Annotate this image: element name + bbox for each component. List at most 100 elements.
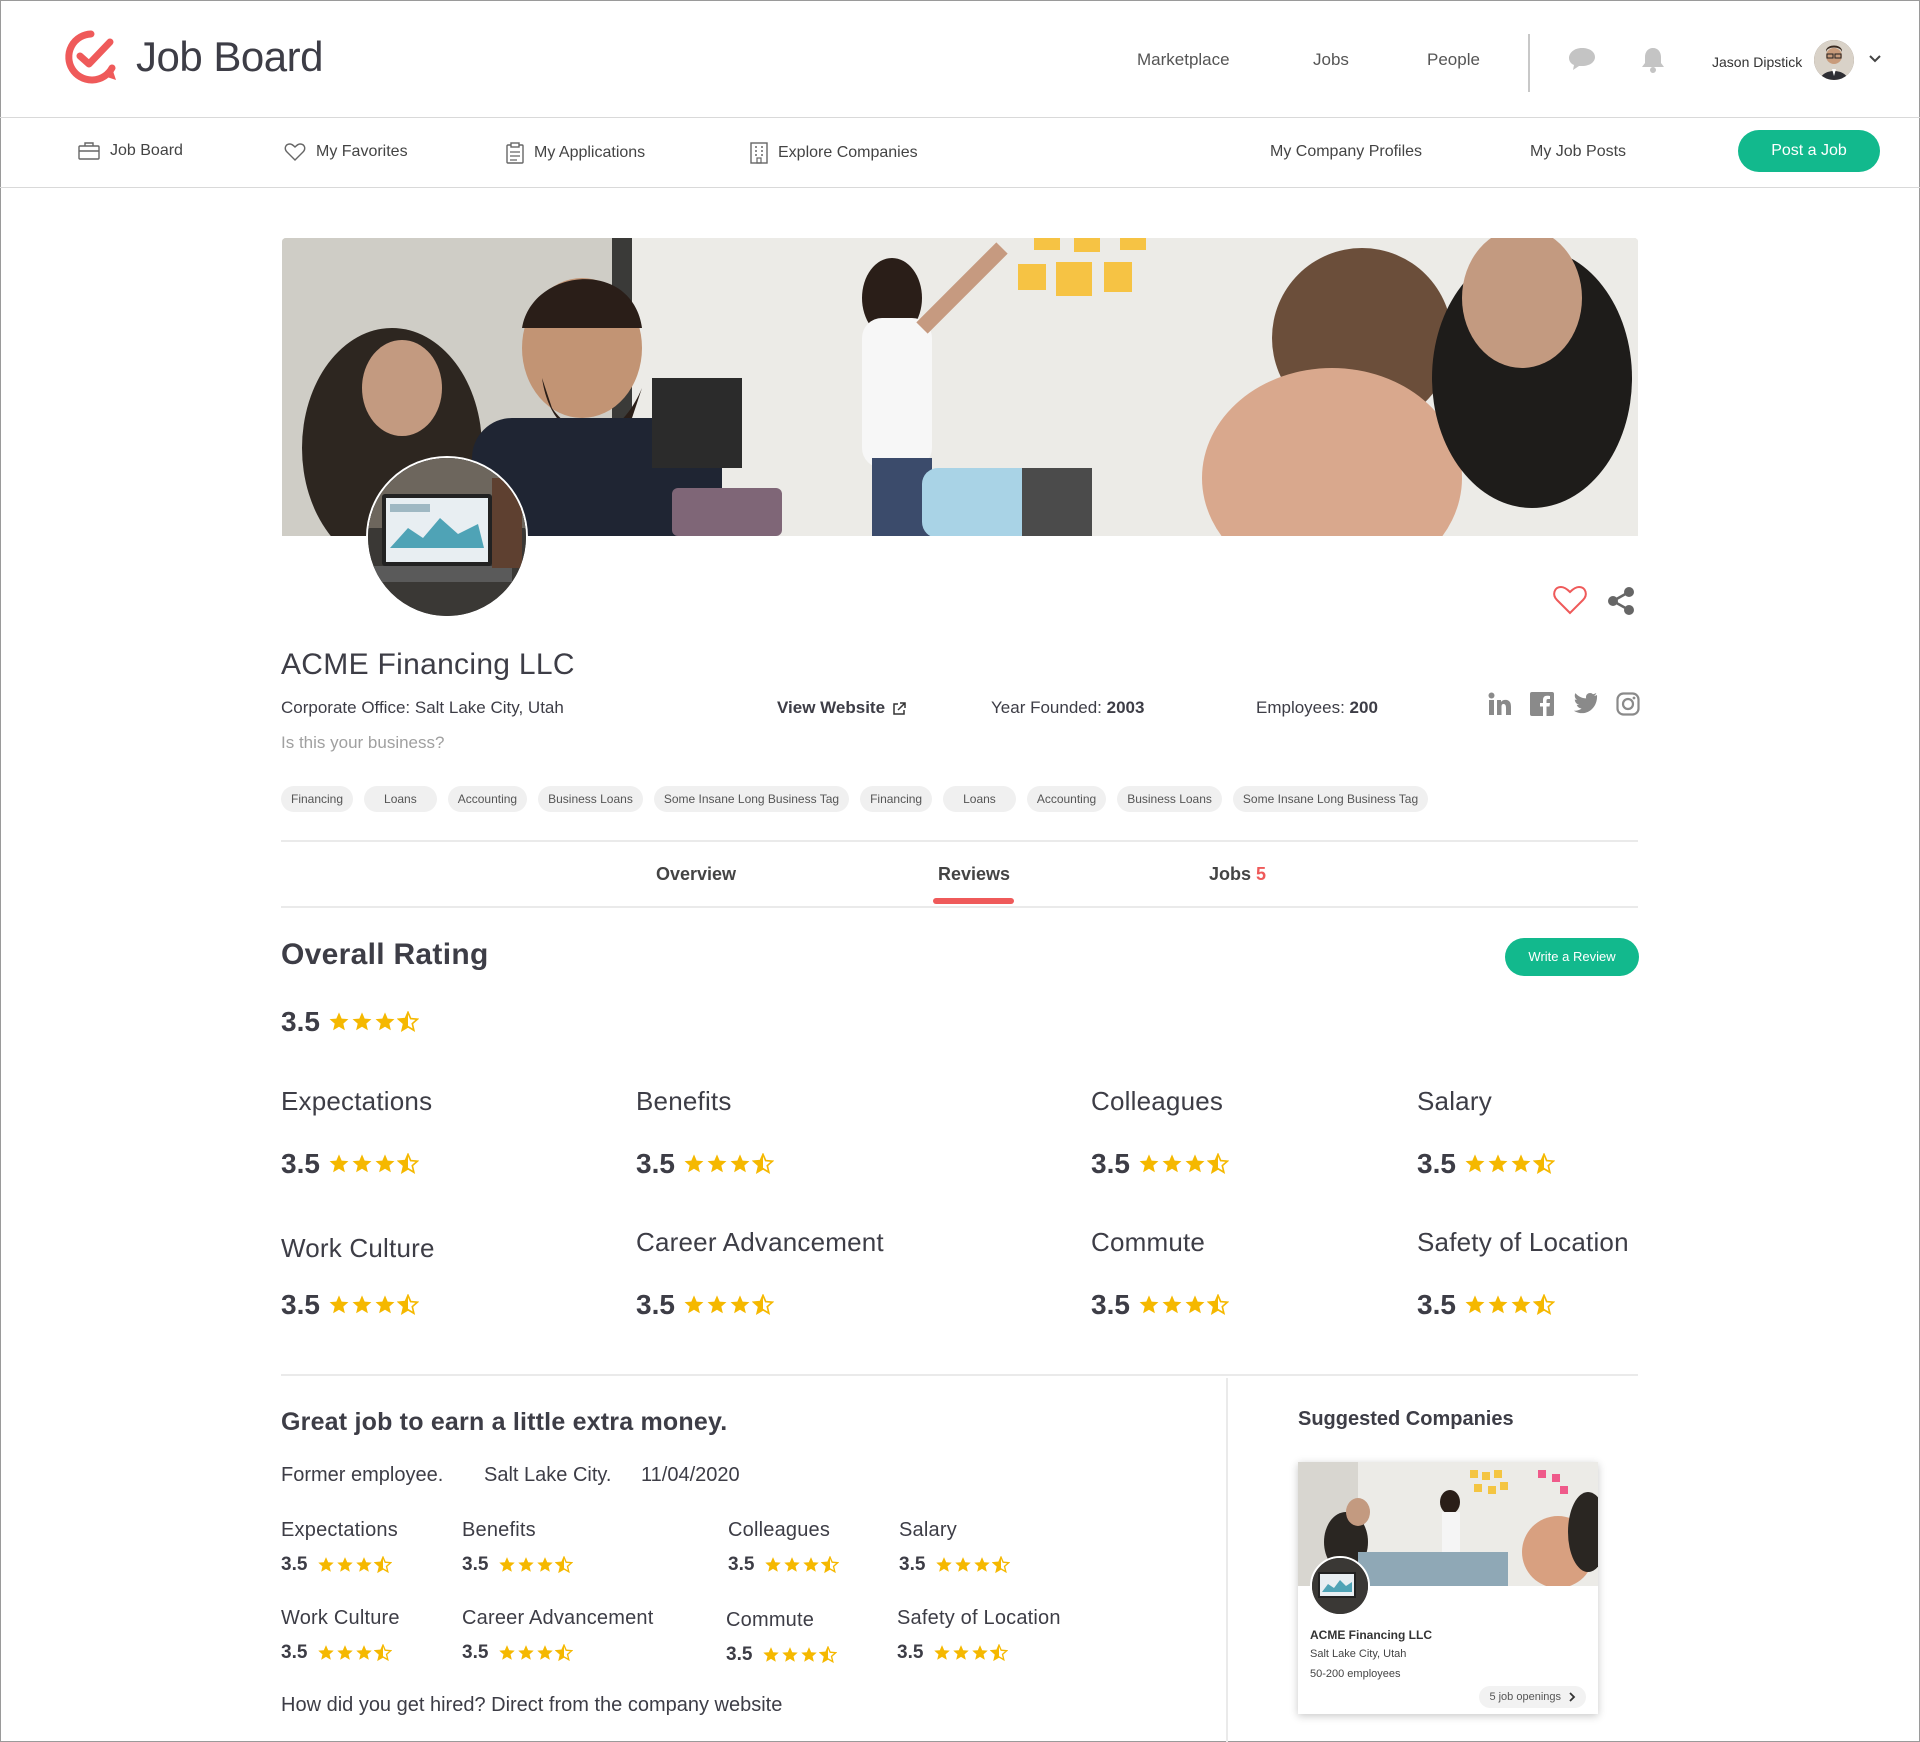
suggested-companies-title: Suggested Companies: [1298, 1408, 1514, 1430]
facebook-icon[interactable]: [1530, 692, 1554, 716]
founded-value: 2003: [1106, 698, 1145, 717]
rating-value: 3.5: [636, 1289, 675, 1320]
review-category-rating: 3.5: [281, 1554, 393, 1576]
star-half-icon: [555, 1644, 574, 1662]
nav-marketplace[interactable]: Marketplace: [1137, 50, 1230, 70]
chat-icon[interactable]: [1568, 46, 1596, 72]
review-hired-answer: How did you get hired? Direct from the c…: [281, 1694, 783, 1716]
star-icon: [537, 1557, 554, 1572]
star-rating: [1464, 1294, 1556, 1316]
top-header: Job Board Marketplace Jobs People Jason …: [0, 0, 1920, 118]
review-category-label: Colleagues: [728, 1519, 831, 1541]
star-rating: [683, 1153, 775, 1175]
avatar[interactable]: [1814, 40, 1854, 80]
bell-icon[interactable]: [1640, 46, 1666, 74]
tag[interactable]: Business Loans: [538, 786, 643, 812]
star-icon: [518, 1645, 535, 1660]
post-a-job-button[interactable]: Post a Job: [1738, 130, 1880, 172]
rating-value: 3.5: [281, 1006, 320, 1037]
star-icon: [329, 1295, 349, 1314]
star-half-icon: [751, 1153, 774, 1174]
employees-value: 200: [1349, 698, 1378, 717]
star-icon: [1465, 1295, 1485, 1314]
nav-people[interactable]: People: [1427, 50, 1480, 70]
view-website-link[interactable]: View Website: [777, 698, 906, 718]
subnav-my-company-profiles[interactable]: My Company Profiles: [1270, 143, 1422, 161]
tag[interactable]: Loans: [943, 786, 1016, 812]
column-divider: [1226, 1378, 1228, 1742]
business-tags: Financing Loans Accounting Business Loan…: [281, 786, 1439, 812]
star-rating: [1464, 1153, 1556, 1175]
star-half-icon: [1206, 1294, 1229, 1315]
linkedin-icon[interactable]: [1488, 692, 1512, 716]
job-openings-button[interactable]: 5 job openings: [1479, 1686, 1586, 1708]
tag[interactable]: Loans: [364, 786, 437, 812]
star-icon: [1162, 1295, 1182, 1314]
star-half-icon: [1532, 1153, 1555, 1174]
star-rating: [317, 1556, 393, 1574]
instagram-icon[interactable]: [1616, 692, 1640, 716]
write-review-button[interactable]: Write a Review: [1505, 938, 1639, 976]
tab-reviews[interactable]: Reviews: [938, 864, 1010, 885]
tag[interactable]: Some Insane Long Business Tag: [653, 786, 850, 812]
category-label: Work Culture: [281, 1233, 435, 1263]
tag[interactable]: Financing: [281, 786, 354, 812]
favorite-heart-icon[interactable]: [1552, 584, 1588, 616]
star-rating: [498, 1644, 574, 1662]
category-rating: 3.5: [636, 1148, 775, 1180]
briefcase-icon: [78, 142, 100, 160]
founded-label: Year Founded:: [991, 698, 1107, 717]
category-label: Expectations: [281, 1086, 433, 1116]
star-icon: [337, 1557, 354, 1572]
rating-value: 3.5: [281, 1554, 308, 1575]
review-location: Salt Lake City.: [484, 1464, 612, 1486]
star-icon: [329, 1154, 349, 1173]
sub-navigation: Job Board My Favorites My Applications E…: [0, 118, 1920, 188]
tab-overview[interactable]: Overview: [656, 864, 736, 885]
employees-label: Employees:: [1256, 698, 1350, 717]
star-icon: [537, 1645, 554, 1660]
tag[interactable]: Business Loans: [1117, 786, 1222, 812]
overall-rating: 3.5: [281, 1006, 420, 1038]
tag[interactable]: Financing: [860, 786, 933, 812]
overall-rating-title: Overall Rating: [281, 938, 489, 971]
user-name[interactable]: Jason Dipstick: [1712, 54, 1802, 70]
subnav-explore-companies[interactable]: Explore Companies: [750, 142, 918, 164]
star-icon: [1185, 1295, 1205, 1314]
star-icon: [375, 1012, 395, 1031]
star-icon: [375, 1154, 395, 1173]
nav-jobs[interactable]: Jobs: [1313, 50, 1349, 70]
job-openings-label: 5 job openings: [1489, 1691, 1561, 1703]
logo[interactable]: Job Board: [64, 30, 323, 84]
review-category-label: Benefits: [462, 1519, 536, 1541]
star-icon: [318, 1645, 335, 1660]
review-employee-status: Former employee.: [281, 1464, 444, 1486]
category-rating: 3.5: [1091, 1148, 1230, 1180]
star-icon: [707, 1154, 727, 1173]
twitter-icon[interactable]: [1572, 692, 1598, 714]
star-icon: [955, 1557, 972, 1572]
star-rating: [328, 1294, 420, 1316]
subnav-my-applications[interactable]: My Applications: [506, 142, 645, 164]
chevron-down-icon[interactable]: [1868, 54, 1882, 64]
tab-jobs[interactable]: Jobs 5: [1209, 864, 1266, 885]
tag[interactable]: Accounting: [1026, 786, 1107, 812]
tag[interactable]: Accounting: [447, 786, 528, 812]
star-icon: [375, 1295, 395, 1314]
rating-value: 3.5: [728, 1554, 755, 1575]
subnav-my-favorites[interactable]: My Favorites: [284, 142, 408, 162]
category-label: Colleagues: [1091, 1086, 1224, 1116]
star-rating: [328, 1011, 420, 1033]
star-icon: [803, 1557, 820, 1572]
subnav-job-board[interactable]: Job Board: [78, 142, 183, 160]
category-rating: 3.5: [281, 1289, 420, 1321]
review-category-rating: 3.5: [897, 1642, 1009, 1664]
subnav-my-job-posts[interactable]: My Job Posts: [1530, 143, 1626, 161]
rating-value: 3.5: [281, 1289, 320, 1320]
tag[interactable]: Some Insane Long Business Tag: [1232, 786, 1429, 812]
subnav-label: Job Board: [110, 142, 183, 159]
share-icon[interactable]: [1606, 586, 1636, 616]
suggested-company-card[interactable]: ACME Financing LLC Salt Lake City, Utah …: [1298, 1462, 1598, 1714]
category-label: Benefits: [636, 1086, 732, 1116]
claim-business-link[interactable]: Is this your business?: [281, 733, 444, 753]
